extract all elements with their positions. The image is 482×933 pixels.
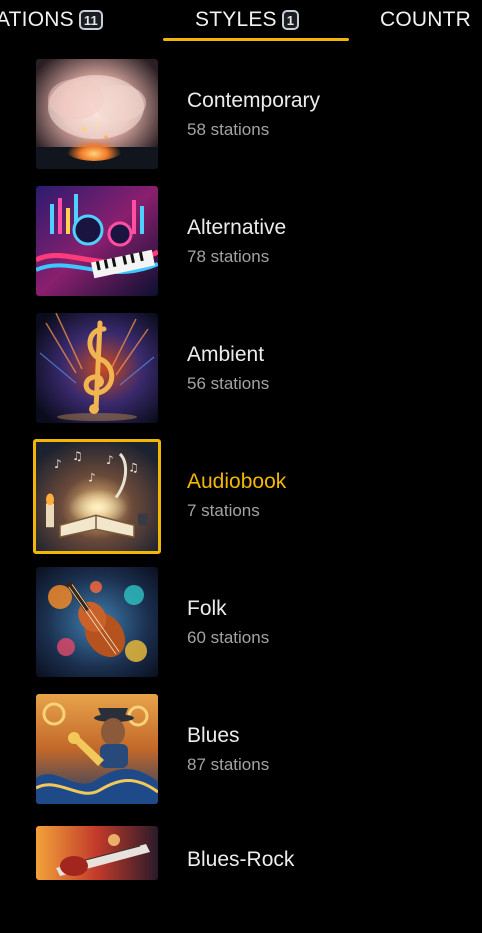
active-tab-indicator [163,38,349,41]
list-item-folk[interactable]: Folk 60 stations [0,552,482,679]
svg-text:♪: ♪ [88,471,96,485]
alternative-artwork-image [36,186,158,296]
tab-stations[interactable]: ATIONS 11 [0,0,103,40]
list-item-contemporary[interactable]: Contemporary 58 stations [0,44,482,171]
style-name: Audiobook [187,470,287,493]
ambient-artwork-image [36,313,158,423]
tab-styles[interactable]: STYLES 1 [195,0,300,40]
list-item-alternative[interactable]: Alternative 78 stations [0,171,482,298]
svg-text:♫: ♫ [128,461,139,475]
list-item-blues-rock[interactable]: Blues-Rock [0,806,482,933]
list-item-audiobook[interactable]: ♪ ♫ ♪ ♫ ♪ Audiobook 7 stations [0,425,482,554]
station-count: 58 stations [187,120,270,139]
contemporary-artwork-image [36,59,158,169]
styles-list: Contemporary 58 stations Alternative 78 … [0,44,482,900]
tab-styles-count-badge: 1 [281,10,300,30]
station-count: 7 stations [187,501,260,520]
audiobook-artwork-image: ♪ ♫ ♪ ♫ ♪ [33,439,161,554]
station-count: 78 stations [187,247,270,266]
folk-artwork-image [36,567,158,677]
blues-rock-artwork-image [36,826,158,880]
station-count: 87 stations [187,755,270,774]
list-item-blues[interactable]: Blues 87 stations [0,679,482,806]
style-tabs: ATIONS 11 STYLES 1 COUNTR [0,0,482,44]
style-name: Folk [187,597,227,620]
blues-artwork-image [36,694,158,804]
svg-text:♪: ♪ [106,453,114,467]
style-name: Contemporary [187,89,321,112]
tab-stations-label: ATIONS [0,8,74,31]
list-item-ambient[interactable]: Ambient 56 stations [0,298,482,425]
tab-countries[interactable]: COUNTR [380,0,471,40]
tab-styles-label: STYLES [195,8,277,31]
style-name: Alternative [187,216,287,239]
tab-stations-count-badge: 11 [78,10,103,30]
station-count: 60 stations [187,628,270,647]
svg-text:♪: ♪ [54,457,62,471]
station-count: 56 stations [187,374,270,393]
style-name: Ambient [187,343,265,366]
svg-text:♫: ♫ [72,449,83,463]
style-name: Blues-Rock [187,848,295,871]
style-name: Blues [187,724,240,747]
tab-countries-label: COUNTR [380,8,472,31]
